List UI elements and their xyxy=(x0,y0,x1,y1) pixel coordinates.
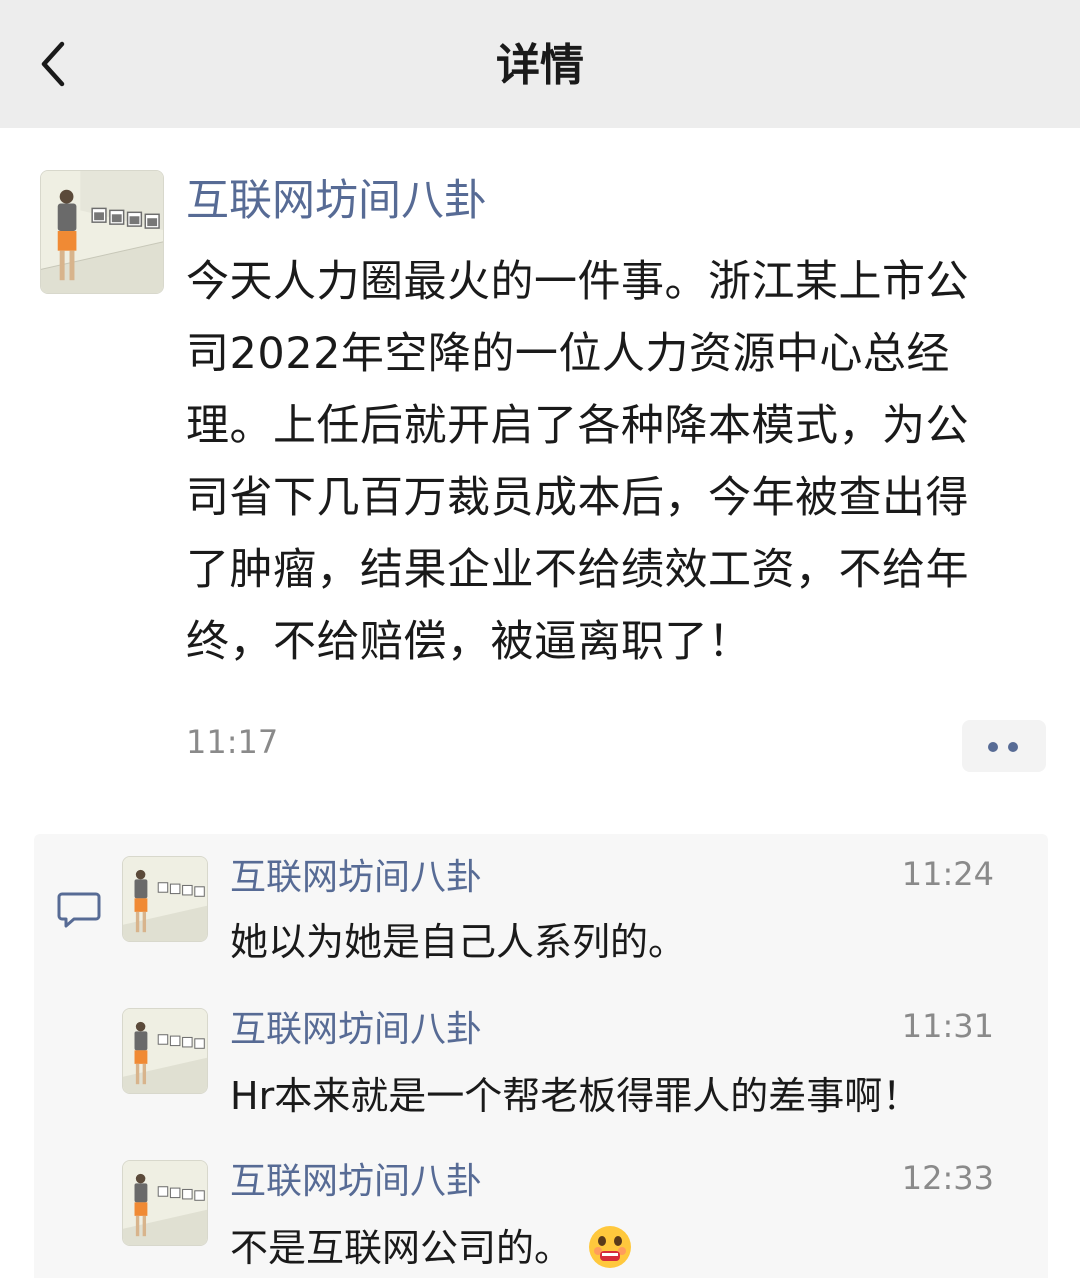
post-author-name[interactable]: 互联网坊间八卦 xyxy=(186,170,487,232)
avatar-image xyxy=(123,857,207,941)
comment-author-name[interactable]: 互联网坊间八卦 xyxy=(230,1006,482,1054)
post-line: 司省下几百万裁员成本后，今年被查出得 xyxy=(186,473,969,523)
page-title: 详情 xyxy=(496,40,584,91)
post-line: 司2022年空降的一位人力资源中心总经 xyxy=(186,329,950,379)
avatar-image xyxy=(123,1161,207,1245)
comment-text[interactable]: 不是互联网公司的。 xyxy=(230,1220,634,1276)
comment-text-content: 不是互联网公司的。 xyxy=(230,1226,573,1270)
post-content: 今天人力圈最火的一件事。浙江某上市公 司2022年空降的一位人力资源中心总经 理… xyxy=(186,246,1026,678)
more-actions-button[interactable] xyxy=(962,720,1046,772)
nav-bar: 详情 xyxy=(0,0,1080,128)
comment-timestamp: 11:31 xyxy=(901,1007,994,1045)
avatar-image xyxy=(123,1009,207,1093)
post-line: 了肿瘤，结果企业不给绩效工资，不给年 xyxy=(186,545,969,595)
more-dots-icon xyxy=(1008,742,1018,752)
post-line: 今天人力圈最火的一件事。浙江某上市公 xyxy=(186,257,969,307)
grimace-emoji-icon xyxy=(589,1226,632,1268)
avatar[interactable] xyxy=(40,170,164,294)
post-line: 终，不给赔偿，被逼离职了！ xyxy=(186,617,752,667)
comment-icon xyxy=(57,892,101,928)
post-line: 理。上任后就开启了各种降本模式，为公 xyxy=(186,401,969,451)
avatar[interactable] xyxy=(122,1008,208,1094)
post-timestamp: 11:17 xyxy=(186,723,279,761)
comment-timestamp: 11:24 xyxy=(901,855,994,893)
comments-section: 互联网坊间八卦 11:24 她以为她是自己人系列的。 互联网坊间八卦 11:31… xyxy=(34,834,1048,1278)
comment-timestamp: 12:33 xyxy=(901,1159,994,1197)
more-dots-icon xyxy=(988,742,998,752)
comment-author-name[interactable]: 互联网坊间八卦 xyxy=(230,854,482,902)
avatar[interactable] xyxy=(122,1160,208,1246)
comment-text[interactable]: Hr本来就是一个帮老板得罪人的差事啊！ xyxy=(230,1068,920,1124)
avatar[interactable] xyxy=(122,856,208,942)
comment-text[interactable]: 她以为她是自己人系列的。 xyxy=(230,914,686,970)
comment-author-name[interactable]: 互联网坊间八卦 xyxy=(230,1158,482,1206)
avatar-image xyxy=(41,171,163,293)
